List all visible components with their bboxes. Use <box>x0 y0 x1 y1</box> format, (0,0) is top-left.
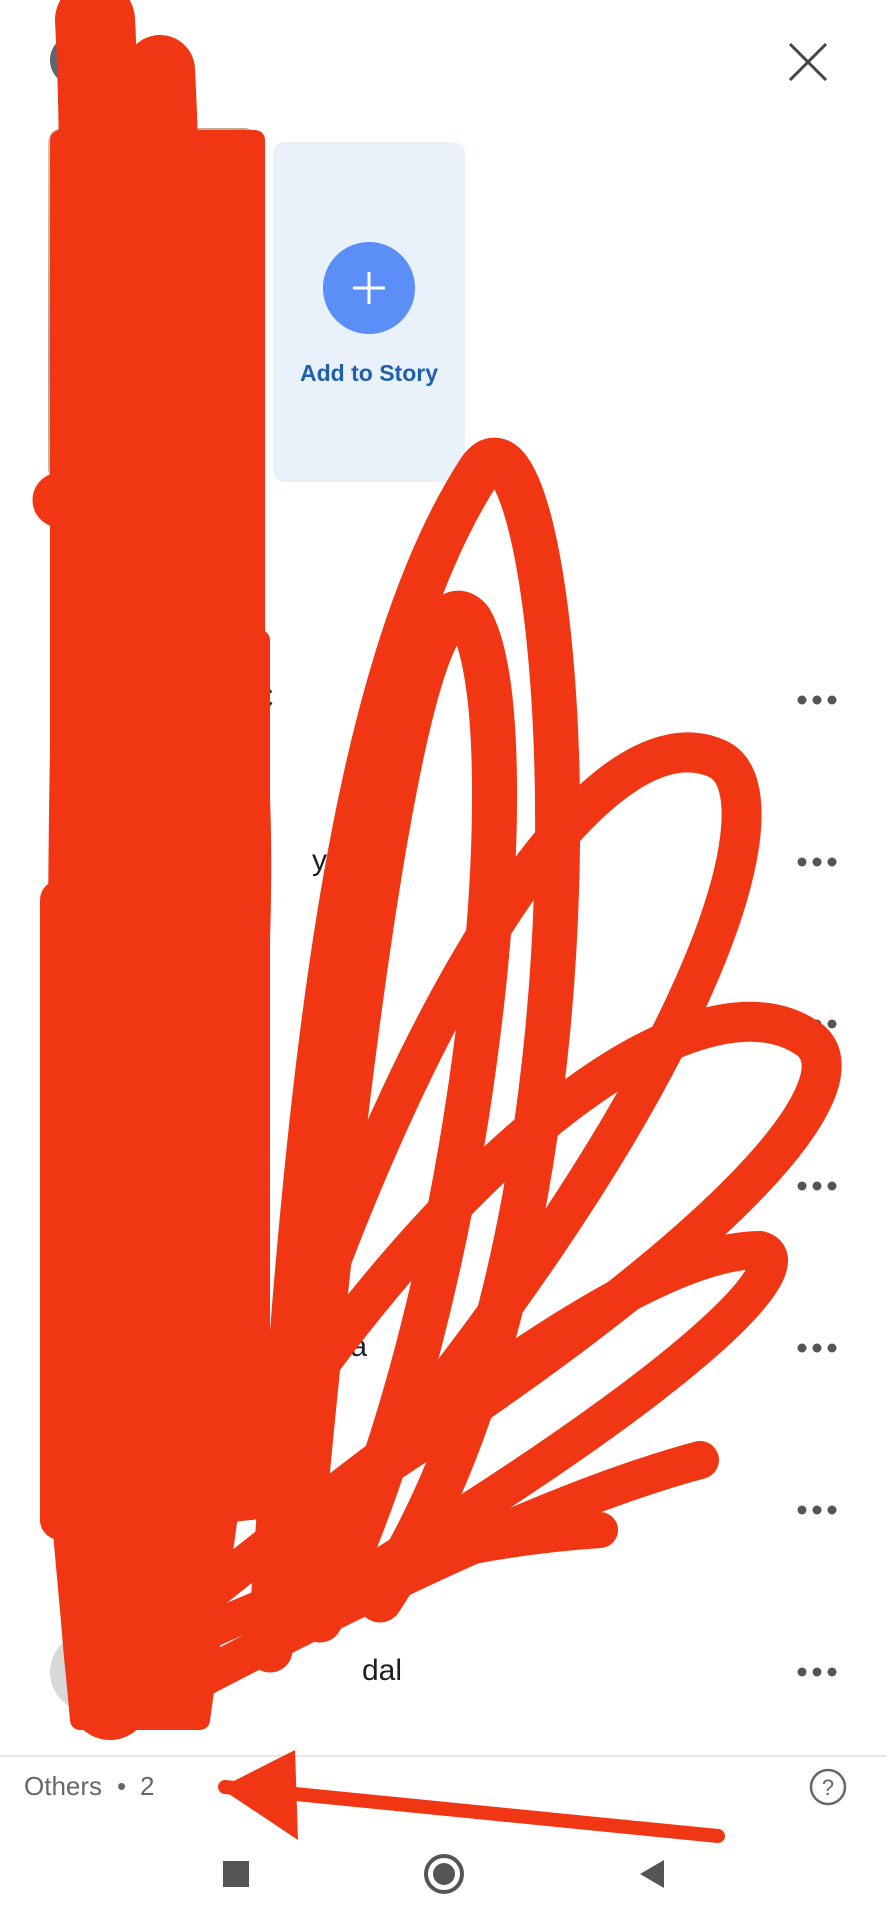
viewer-name: to e C a <box>262 1330 368 1363</box>
avatar <box>50 1146 130 1226</box>
square-icon[interactable] <box>210 1848 262 1900</box>
avatar <box>50 822 130 902</box>
system-nav-bar <box>0 1828 887 1920</box>
add-to-story-card[interactable]: Add to Story <box>273 142 465 482</box>
more-horizontal-icon[interactable] <box>792 1495 842 1525</box>
viewer-row[interactable]: y atat <box>0 792 887 932</box>
app-logo-icon <box>50 34 102 86</box>
viewer-name: n <box>252 1006 269 1039</box>
more-horizontal-icon[interactable] <box>792 1171 842 1201</box>
avatar <box>50 660 130 740</box>
viewer-name: dal <box>362 1654 403 1687</box>
avatar <box>50 1470 130 1550</box>
plus-icon <box>323 242 415 334</box>
viewer-name: C <box>252 682 274 715</box>
more-horizontal-icon[interactable] <box>792 847 842 877</box>
viewer-row[interactable]: er g <box>0 1116 887 1256</box>
viewer-row[interactable]: to e C a <box>0 1278 887 1418</box>
more-horizontal-icon[interactable] <box>792 1333 842 1363</box>
avatar <box>50 984 130 1064</box>
viewer-row[interactable]: n <box>0 954 887 1094</box>
top-bar <box>0 0 887 120</box>
viewer-name: er g <box>300 1168 352 1201</box>
more-horizontal-icon[interactable] <box>792 1657 842 1687</box>
story-thumbnail[interactable] <box>48 128 258 483</box>
viewer-name: y atat <box>312 844 386 877</box>
more-horizontal-icon[interactable] <box>792 685 842 715</box>
triangle-back-icon[interactable] <box>626 1848 678 1900</box>
more-horizontal-icon[interactable] <box>792 1009 842 1039</box>
avatar <box>50 1308 130 1388</box>
circle-home-icon[interactable] <box>418 1848 470 1900</box>
viewer-row[interactable]: dal <box>0 1602 887 1742</box>
help-circle-icon[interactable]: ? <box>808 1767 848 1807</box>
story-viewers-screen: Add to Story C y atat n er g to e C a da… <box>0 0 887 1920</box>
others-bar: Others • 2 ? <box>0 1757 887 1827</box>
others-count: 2 <box>140 1771 155 1801</box>
add-to-story-label: Add to Story <box>300 360 438 386</box>
svg-text:?: ? <box>822 1775 834 1800</box>
viewer-row[interactable] <box>0 1440 887 1580</box>
viewer-row[interactable]: C <box>0 630 887 770</box>
avatar <box>50 1632 130 1712</box>
others-label: Others <box>24 1771 103 1801</box>
close-icon[interactable] <box>782 36 834 88</box>
separator-dot: • <box>117 1771 127 1801</box>
